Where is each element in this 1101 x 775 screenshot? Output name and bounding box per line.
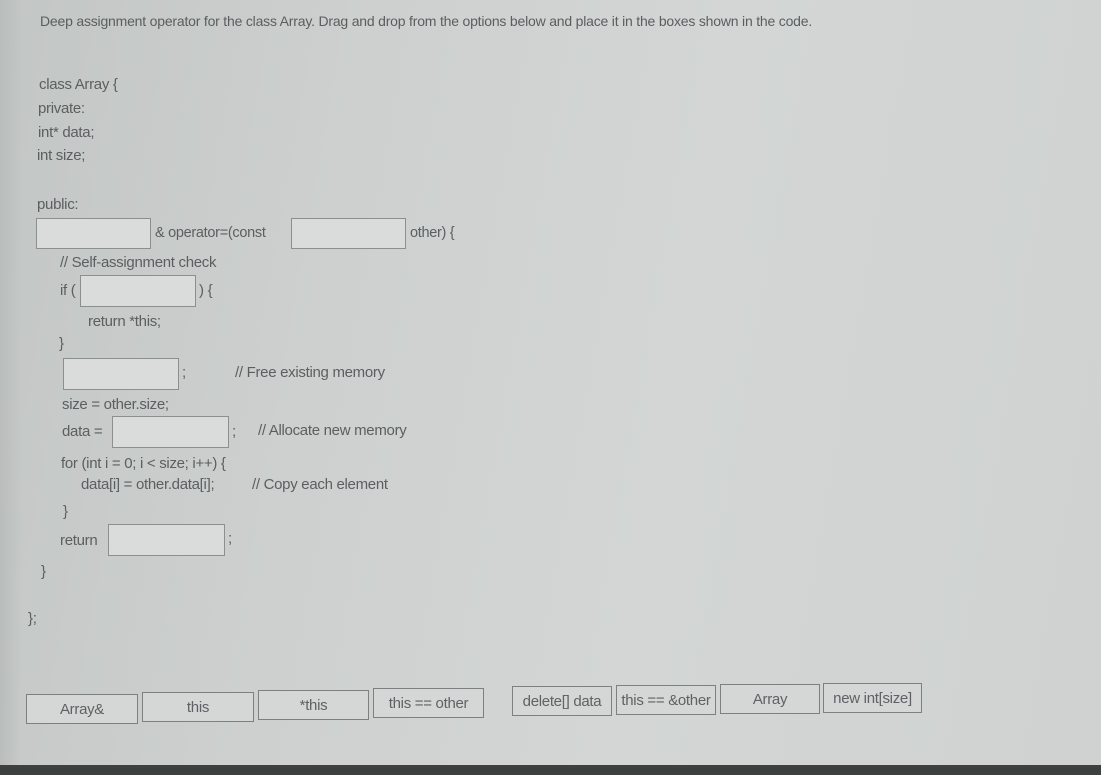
question-instruction: Deep assignment operator for the class A…: [40, 13, 813, 29]
code-field-data: int* data;: [38, 124, 95, 141]
code-class-end: };: [28, 610, 37, 627]
code-semicolon-free: ;: [182, 364, 186, 381]
code-semicolon-alloc: ;: [232, 423, 236, 440]
option-new-int-size[interactable]: new int[size]: [823, 683, 922, 713]
code-self-check-comment: // Self-assignment check: [60, 254, 217, 271]
drop-slot-allocate[interactable]: [112, 416, 229, 448]
code-alloc-comment: // Allocate new memory: [258, 422, 407, 439]
option-delete-data[interactable]: delete[] data: [512, 686, 612, 716]
code-if-close-brace: }: [59, 335, 64, 352]
code-return-this: return *this;: [88, 313, 161, 330]
code-for-loop: for (int i = 0; i < size; i++) {: [61, 455, 226, 472]
drop-slot-param-type[interactable]: [291, 218, 406, 249]
drop-slot-free-memory[interactable]: [63, 358, 179, 390]
screen-bottom-edge: [0, 765, 1101, 775]
option-array[interactable]: Array: [720, 684, 820, 714]
code-if-open: if (: [60, 282, 76, 299]
option-array-ref[interactable]: Array&: [26, 694, 138, 724]
code-copy-comment: // Copy each element: [252, 476, 388, 493]
option-this[interactable]: this: [142, 692, 254, 722]
code-method-close-brace: }: [41, 563, 46, 580]
code-public: public:: [37, 196, 79, 213]
code-if-close: ) {: [199, 282, 213, 299]
code-operator-end: other) {: [410, 225, 455, 241]
code-for-close-brace: }: [63, 503, 68, 520]
code-data-assign: data =: [62, 423, 103, 440]
code-free-comment: // Free existing memory: [235, 364, 385, 381]
drop-slot-return-type[interactable]: [36, 218, 151, 249]
code-size-assign: size = other.size;: [62, 396, 169, 413]
code-class-decl: class Array {: [39, 76, 118, 93]
code-semicolon-return: ;: [228, 530, 232, 547]
option-this-eq-other[interactable]: this == other: [373, 688, 484, 718]
drop-slot-self-check[interactable]: [80, 275, 196, 307]
option-deref-this[interactable]: *this: [258, 690, 369, 720]
option-this-eq-addr-other[interactable]: this == &other: [616, 685, 716, 715]
code-copy-line: data[i] = other.data[i];: [81, 476, 215, 493]
page-shadow: [0, 0, 22, 765]
code-field-size: int size;: [37, 147, 86, 164]
code-private: private:: [38, 100, 85, 117]
drop-slot-return-value[interactable]: [108, 524, 225, 556]
code-return-kw: return: [60, 532, 98, 549]
code-operator-signature: & operator=(const: [155, 225, 266, 241]
